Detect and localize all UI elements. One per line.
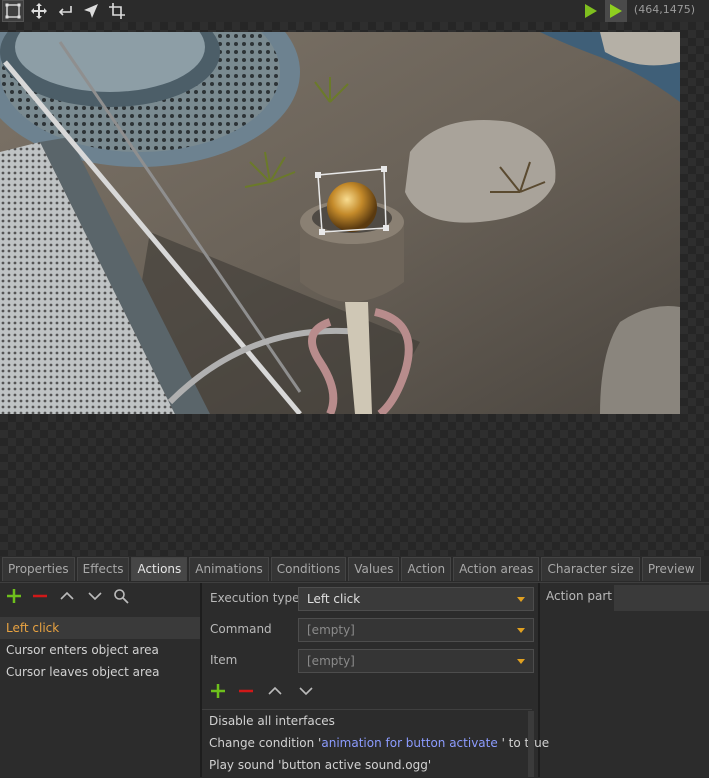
execution-type-row: Execution type Left click bbox=[202, 585, 538, 613]
chevron-down-icon bbox=[517, 597, 525, 602]
scene-image bbox=[0, 32, 680, 414]
execution-type-select[interactable]: Left click bbox=[298, 587, 534, 611]
tab-conditions[interactable]: Conditions bbox=[270, 557, 347, 581]
search-icon[interactable] bbox=[111, 586, 131, 606]
move-down-icon[interactable] bbox=[85, 586, 105, 606]
command-select[interactable]: [empty] bbox=[298, 618, 534, 642]
move-action-up-icon[interactable] bbox=[265, 681, 285, 701]
execution-type-label: Execution type bbox=[210, 591, 300, 605]
action-details: Execution type Left click Command [empty… bbox=[202, 583, 549, 778]
tab-character-size[interactable]: Character size bbox=[541, 557, 640, 581]
events-toolbar bbox=[0, 583, 200, 609]
command-value: [empty] bbox=[307, 623, 355, 637]
play-icon[interactable] bbox=[580, 0, 602, 22]
action-part-field[interactable] bbox=[614, 585, 709, 611]
move-action-down-icon[interactable] bbox=[296, 681, 316, 701]
crop-icon[interactable] bbox=[107, 1, 127, 21]
tab-preview[interactable]: Preview bbox=[641, 557, 701, 581]
chevron-down-icon bbox=[517, 628, 525, 633]
events-column: Left click Cursor enters object area Cur… bbox=[0, 583, 202, 777]
list-item[interactable]: Cursor leaves object area bbox=[0, 661, 200, 683]
tab-effects[interactable]: Effects bbox=[76, 557, 130, 581]
pointer-arrow-icon[interactable] bbox=[81, 1, 101, 21]
condition-name: animation for button activate bbox=[321, 736, 498, 750]
top-toolbar: (464,1475) bbox=[0, 0, 709, 22]
action-part-label: Action part bbox=[546, 589, 613, 603]
item-select[interactable]: [empty] bbox=[298, 649, 534, 673]
item-label: Item bbox=[210, 653, 238, 667]
action-text: Change condition ' bbox=[209, 736, 322, 750]
remove-icon[interactable] bbox=[30, 586, 50, 606]
add-icon[interactable] bbox=[4, 586, 24, 606]
cursor-coordinates: (464,1475) bbox=[633, 3, 695, 16]
actions-toolbar bbox=[202, 678, 538, 706]
tab-action[interactable]: Action bbox=[401, 557, 452, 581]
list-item[interactable]: Left click bbox=[0, 617, 200, 639]
list-item[interactable]: Change condition 'animation for button a… bbox=[202, 732, 549, 754]
item-value: [empty] bbox=[307, 654, 355, 668]
execution-type-value: Left click bbox=[307, 592, 361, 606]
item-row: Item [empty] bbox=[202, 647, 538, 675]
action-part-column: Action part bbox=[540, 583, 709, 777]
list-item[interactable]: Play sound 'button active sound.ogg' bbox=[202, 754, 532, 776]
list-item[interactable]: Cursor enters object area bbox=[0, 639, 200, 661]
remove-action-icon[interactable] bbox=[236, 681, 256, 701]
tab-bar: Properties Effects Actions Animations Co… bbox=[2, 557, 703, 582]
return-icon[interactable] bbox=[55, 1, 75, 21]
add-action-icon[interactable] bbox=[208, 681, 228, 701]
command-label: Command bbox=[210, 622, 272, 636]
actions-list: Disable all interfaces Change condition … bbox=[202, 709, 549, 778]
events-list: Left click Cursor enters object area Cur… bbox=[0, 617, 200, 683]
tab-action-areas[interactable]: Action areas bbox=[453, 557, 540, 581]
command-row: Command [empty] bbox=[202, 616, 538, 644]
tab-values[interactable]: Values bbox=[348, 557, 400, 581]
play-scene-icon[interactable] bbox=[605, 0, 627, 22]
chevron-down-icon bbox=[517, 659, 525, 664]
tab-actions[interactable]: Actions bbox=[131, 557, 188, 581]
scene-canvas[interactable] bbox=[0, 22, 709, 556]
select-rect-icon[interactable] bbox=[2, 0, 24, 22]
actions-scrollbar[interactable] bbox=[528, 711, 534, 777]
tab-properties[interactable]: Properties bbox=[2, 557, 75, 581]
actions-panel: Left click Cursor enters object area Cur… bbox=[0, 582, 709, 777]
move-icon[interactable] bbox=[29, 1, 49, 21]
move-up-icon[interactable] bbox=[57, 586, 77, 606]
tab-animations[interactable]: Animations bbox=[189, 557, 269, 581]
list-item[interactable]: Disable all interfaces bbox=[202, 710, 532, 732]
